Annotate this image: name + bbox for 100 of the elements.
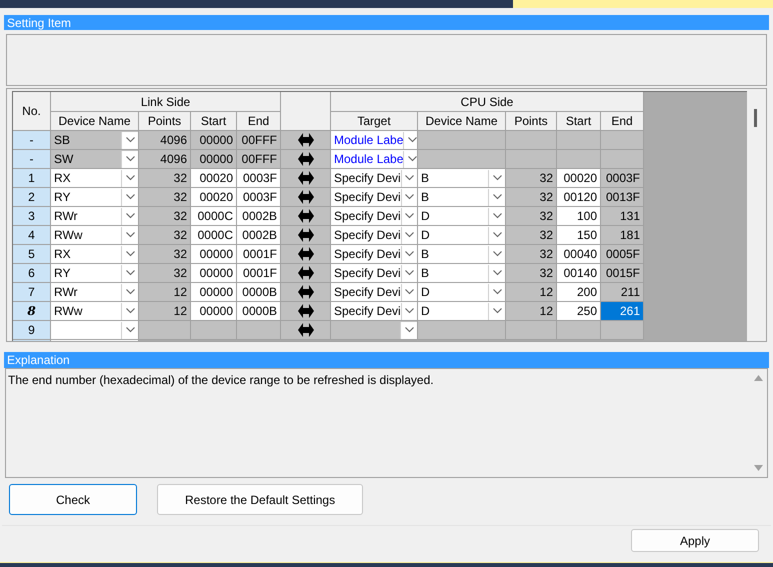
table-cell[interactable]: 00020 xyxy=(557,169,601,188)
table-cell: 4096 xyxy=(139,150,191,169)
table-cell: 32 xyxy=(139,188,191,207)
table-cell[interactable]: 0000B xyxy=(237,283,281,302)
double-arrow-icon xyxy=(298,133,314,147)
device-name-dropdown[interactable]: D xyxy=(418,207,506,226)
device-name-dropdown[interactable]: RY xyxy=(51,264,139,283)
explanation-text: The end number (hexadecimal) of the device range to be refreshed is displayed. xyxy=(7,372,434,389)
target-dropdown[interactable]: Specify Devi xyxy=(331,226,418,245)
target-dropdown[interactable]: Module Labe xyxy=(331,150,418,169)
table-cell: 261 xyxy=(601,302,644,321)
device-name-dropdown[interactable]: RWw xyxy=(51,302,139,321)
double-arrow-icon xyxy=(298,209,314,223)
device-name-dropdown[interactable]: SW xyxy=(51,150,139,169)
target-dropdown[interactable]: Specify Devi xyxy=(331,169,418,188)
table-cell: 00000 xyxy=(191,150,237,169)
table-cell: 00FFF xyxy=(237,150,281,169)
column-header: Points xyxy=(139,112,191,131)
table-cell[interactable]: 00040 xyxy=(557,245,601,264)
device-name-dropdown[interactable]: RWr xyxy=(51,207,139,226)
device-name-dropdown[interactable]: B xyxy=(418,245,506,264)
table-cell: 211 xyxy=(601,283,644,302)
device-name-dropdown[interactable]: RWw xyxy=(51,226,139,245)
target-dropdown[interactable]: Specify Devi xyxy=(331,207,418,226)
table-cell[interactable]: 250 xyxy=(557,302,601,321)
target-dropdown[interactable]: Specify Devi xyxy=(331,188,418,207)
double-arrow-icon xyxy=(298,285,314,299)
row-number: 4 xyxy=(13,226,51,245)
table-cell[interactable]: 0003F xyxy=(237,169,281,188)
column-header: Start xyxy=(557,112,601,131)
table-cell[interactable]: 0000C xyxy=(191,226,237,245)
device-name-dropdown[interactable]: D xyxy=(418,283,506,302)
table-cell[interactable]: 200 xyxy=(557,283,601,302)
device-name-dropdown[interactable]: B xyxy=(418,188,506,207)
row-number: 8 xyxy=(13,302,51,321)
section-header: Setting Item xyxy=(4,15,769,30)
target-dropdown[interactable] xyxy=(331,321,418,340)
target-dropdown[interactable]: Specify Devi xyxy=(331,283,418,302)
table-cell[interactable]: 0001F xyxy=(237,245,281,264)
table-cell[interactable]: 00000 xyxy=(191,245,237,264)
double-arrow-icon xyxy=(298,152,314,166)
table-cell[interactable]: 0003F xyxy=(237,188,281,207)
table-cell: 32 xyxy=(506,207,557,226)
table-cell[interactable]: 0002B xyxy=(237,226,281,245)
column-header: Device Name xyxy=(418,112,506,131)
double-arrow-icon xyxy=(298,304,314,318)
section-header: Explanation xyxy=(4,352,769,368)
device-name-dropdown[interactable]: RY xyxy=(51,188,139,207)
table-cell: 32 xyxy=(506,264,557,283)
column-header: Device Name xyxy=(51,112,139,131)
table-cell: 131 xyxy=(601,207,644,226)
row-number: 3 xyxy=(13,207,51,226)
device-name-dropdown[interactable] xyxy=(51,321,139,340)
target-dropdown[interactable]: Module Labe xyxy=(331,131,418,150)
double-arrow-icon xyxy=(298,190,314,204)
target-dropdown[interactable]: Specify Devi xyxy=(331,264,418,283)
row-number: - xyxy=(13,150,51,169)
action-button[interactable]: Restore the Default Settings xyxy=(157,484,364,515)
table-cell[interactable]: 00000 xyxy=(191,302,237,321)
row-number: 9 xyxy=(13,321,51,340)
table-cell[interactable]: 150 xyxy=(557,226,601,245)
column-header: Link Side xyxy=(51,92,281,112)
table-cell: 12 xyxy=(506,283,557,302)
table-cell: 32 xyxy=(506,188,557,207)
scroll-up-icon xyxy=(754,375,763,381)
row-number: - xyxy=(13,131,51,150)
table-cell[interactable]: 00120 xyxy=(557,188,601,207)
table-cell[interactable]: 00000 xyxy=(191,264,237,283)
table-cell: 32 xyxy=(506,245,557,264)
device-name-dropdown[interactable]: RX xyxy=(51,245,139,264)
table-cell xyxy=(557,150,601,169)
device-name-dropdown[interactable]: D xyxy=(418,226,506,245)
row-number: 6 xyxy=(13,264,51,283)
table-cell[interactable]: 0000C xyxy=(191,207,237,226)
table-cell: 32 xyxy=(139,169,191,188)
device-name-dropdown[interactable]: D xyxy=(418,302,506,321)
table-cell[interactable]: 00020 xyxy=(191,188,237,207)
device-name-dropdown[interactable]: RX xyxy=(51,169,139,188)
table-cell: 0015F xyxy=(601,264,644,283)
table-cell[interactable]: 0002B xyxy=(237,207,281,226)
column-header: Start xyxy=(191,112,237,131)
target-dropdown[interactable]: Specify Devi xyxy=(331,302,418,321)
device-name-dropdown[interactable]: SB xyxy=(51,131,139,150)
table-cell[interactable]: 0001F xyxy=(237,264,281,283)
table-cell[interactable]: 00020 xyxy=(191,169,237,188)
table-cell: 32 xyxy=(506,226,557,245)
action-button[interactable]: Check xyxy=(9,484,137,515)
table-cell[interactable]: 00000 xyxy=(191,283,237,302)
table-cell[interactable]: 0000B xyxy=(237,302,281,321)
column-header: Points xyxy=(506,112,557,131)
target-dropdown[interactable]: Specify Devi xyxy=(331,245,418,264)
apply-button[interactable]: Apply xyxy=(631,529,759,552)
table-cell[interactable]: 00140 xyxy=(557,264,601,283)
table-cell[interactable]: 100 xyxy=(557,207,601,226)
table-cell: 32 xyxy=(139,245,191,264)
row-number: 1 xyxy=(13,169,51,188)
device-name-dropdown[interactable]: B xyxy=(418,264,506,283)
device-name-dropdown[interactable]: RWr xyxy=(51,283,139,302)
device-name-dropdown[interactable]: B xyxy=(418,169,506,188)
table-cell: 4096 xyxy=(139,131,191,150)
